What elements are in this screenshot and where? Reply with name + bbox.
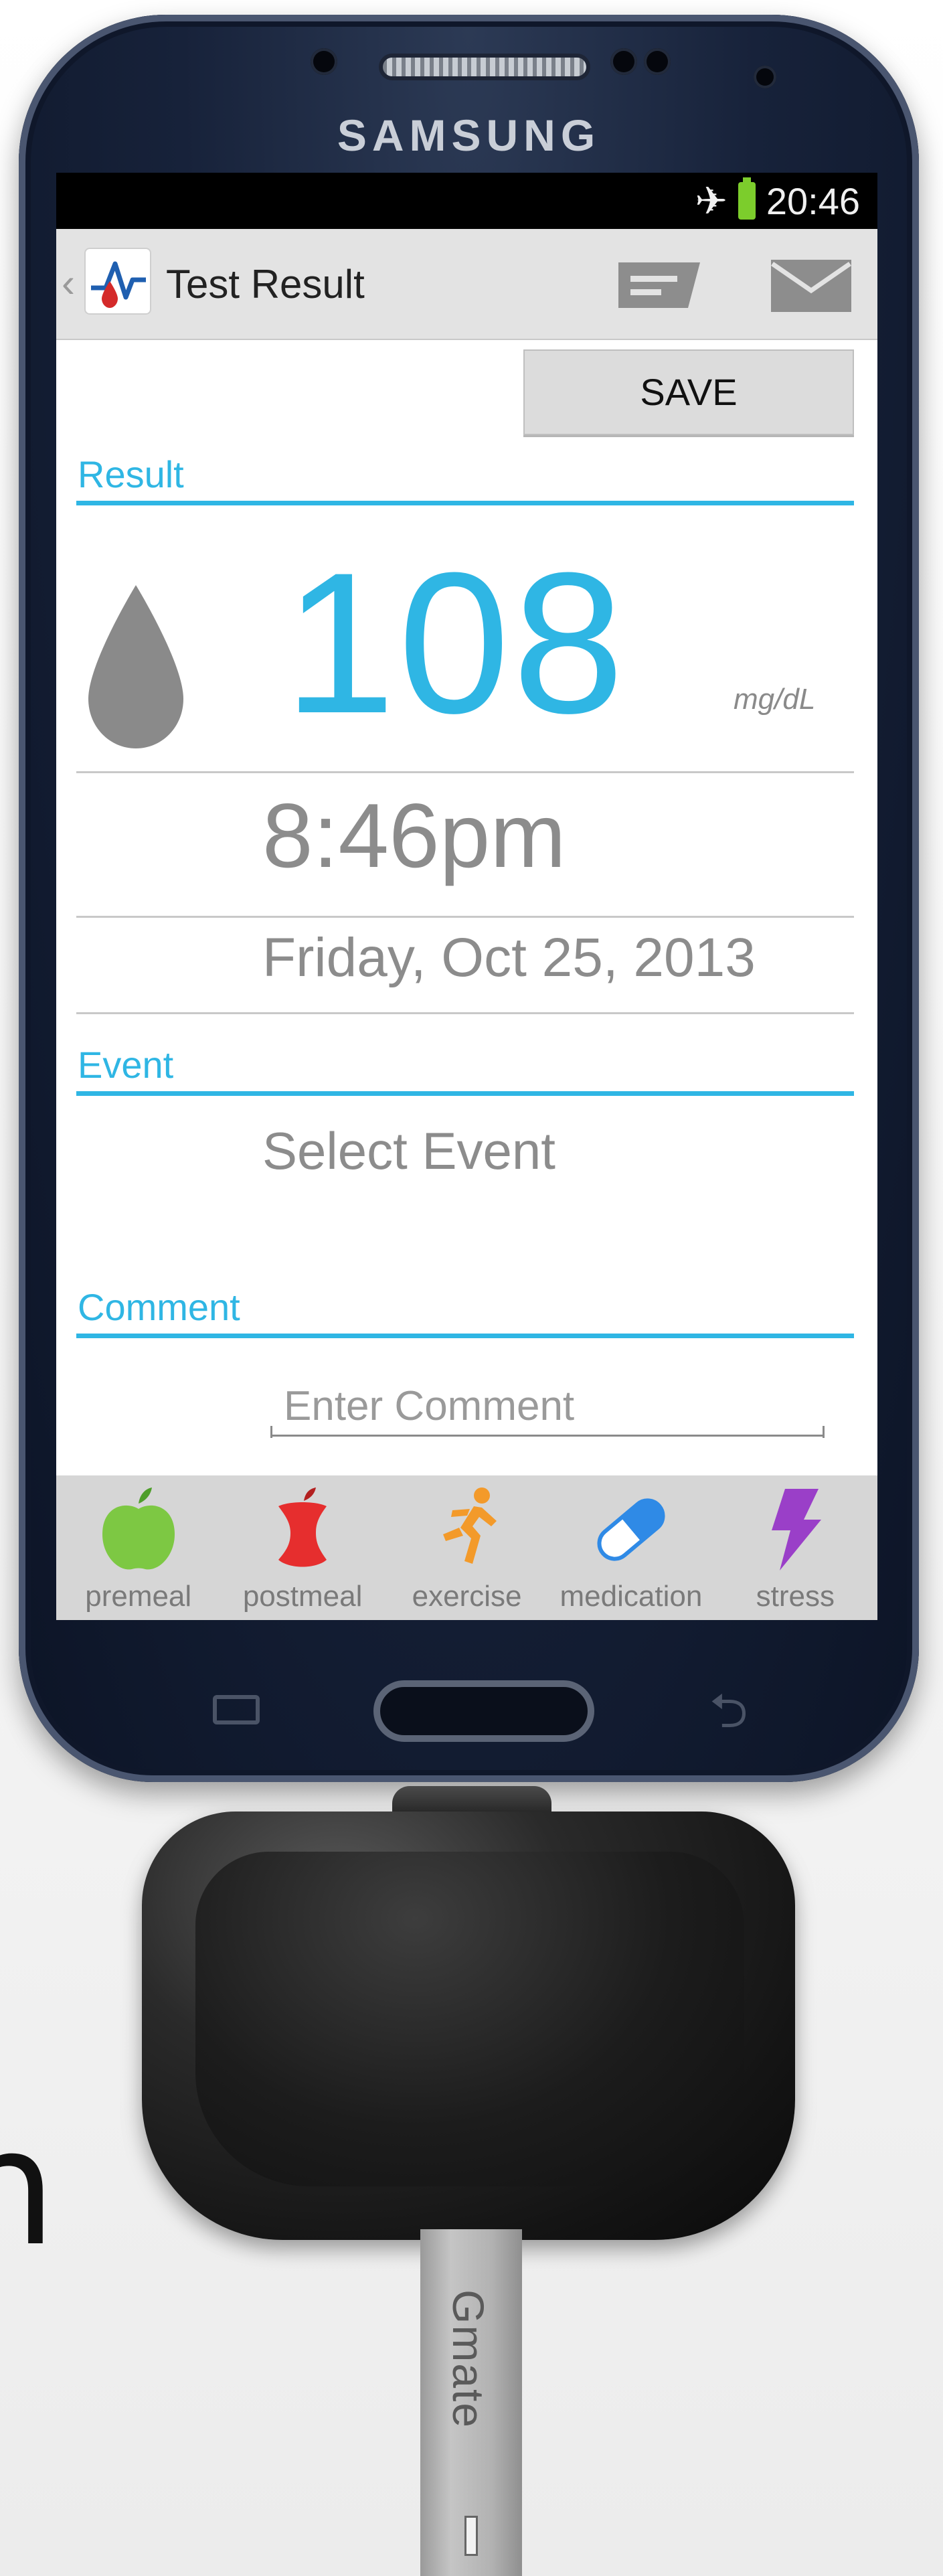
save-button[interactable]: SAVE — [523, 349, 854, 435]
mail-icon[interactable] — [770, 258, 853, 317]
event-tab-label: premeal — [85, 1580, 192, 1613]
date-divider — [76, 1012, 854, 1014]
value-divider — [76, 771, 854, 773]
event-tab-label: postmeal — [242, 1580, 363, 1613]
message-icon[interactable] — [616, 258, 703, 315]
status-bar: ✈ 20:46 — [56, 173, 877, 229]
app-screen: ✈ 20:46 ‹ Test Result SAVE Result 108 mg… — [56, 173, 877, 1620]
battery-icon — [738, 177, 756, 220]
event-divider — [76, 1091, 854, 1096]
event-tab-label: medication — [560, 1580, 703, 1613]
strip-contact-icon — [464, 2516, 478, 2556]
comment-input-edge — [823, 1426, 825, 1438]
airplane-mode-icon: ✈ — [695, 179, 727, 223]
dongle-brand-label: Gmate — [444, 2289, 493, 2429]
light-sensor-icon — [644, 48, 671, 75]
back-chevron-icon[interactable]: ‹ — [62, 260, 75, 306]
proximity-sensor-icon — [610, 48, 637, 75]
time-divider — [76, 916, 854, 918]
glucose-meter-dongle — [142, 1812, 795, 2240]
blood-drop-icon — [86, 584, 186, 754]
event-tab-bar: premeal postmeal exercise medication str… — [56, 1475, 877, 1620]
phone-brand-logo: SAMSUNG — [337, 110, 601, 160]
glucose-value[interactable]: 108 — [284, 542, 627, 743]
status-time: 20:46 — [766, 179, 860, 222]
back-key-icon[interactable]: ⮌ — [709, 1687, 748, 1735]
comment-input-edge — [270, 1426, 272, 1438]
select-event-dropdown[interactable]: Select Event — [262, 1121, 555, 1182]
page-title: Test Result — [166, 262, 365, 307]
event-tab-label: stress — [756, 1580, 835, 1613]
background-partial-text: n — [0, 2107, 48, 2268]
comment-input[interactable] — [270, 1378, 825, 1437]
result-time[interactable]: 8:46pm — [262, 790, 566, 881]
event-tab-stress[interactable]: stress — [713, 1475, 877, 1620]
result-divider — [76, 501, 854, 505]
home-button[interactable] — [373, 1680, 594, 1742]
event-section-label: Event — [78, 1044, 174, 1086]
action-bar: ‹ Test Result — [56, 229, 877, 340]
comment-divider — [76, 1334, 854, 1338]
earpiece-speaker — [379, 54, 590, 80]
comment-section-label: Comment — [78, 1286, 240, 1328]
front-sensor-icon — [311, 48, 337, 75]
event-tab-medication[interactable]: medication — [549, 1475, 713, 1620]
glucose-unit: mg/dL — [734, 683, 816, 716]
event-tab-premeal[interactable]: premeal — [56, 1475, 220, 1620]
event-tab-postmeal[interactable]: postmeal — [220, 1475, 384, 1620]
result-section-label: Result — [78, 453, 184, 495]
event-tab-label: exercise — [412, 1580, 522, 1613]
menu-key-icon[interactable] — [213, 1695, 260, 1724]
result-date[interactable]: Friday, Oct 25, 2013 — [262, 927, 756, 989]
event-tab-exercise[interactable]: exercise — [385, 1475, 549, 1620]
front-camera-icon — [754, 66, 776, 88]
app-logo-icon[interactable] — [84, 248, 151, 315]
